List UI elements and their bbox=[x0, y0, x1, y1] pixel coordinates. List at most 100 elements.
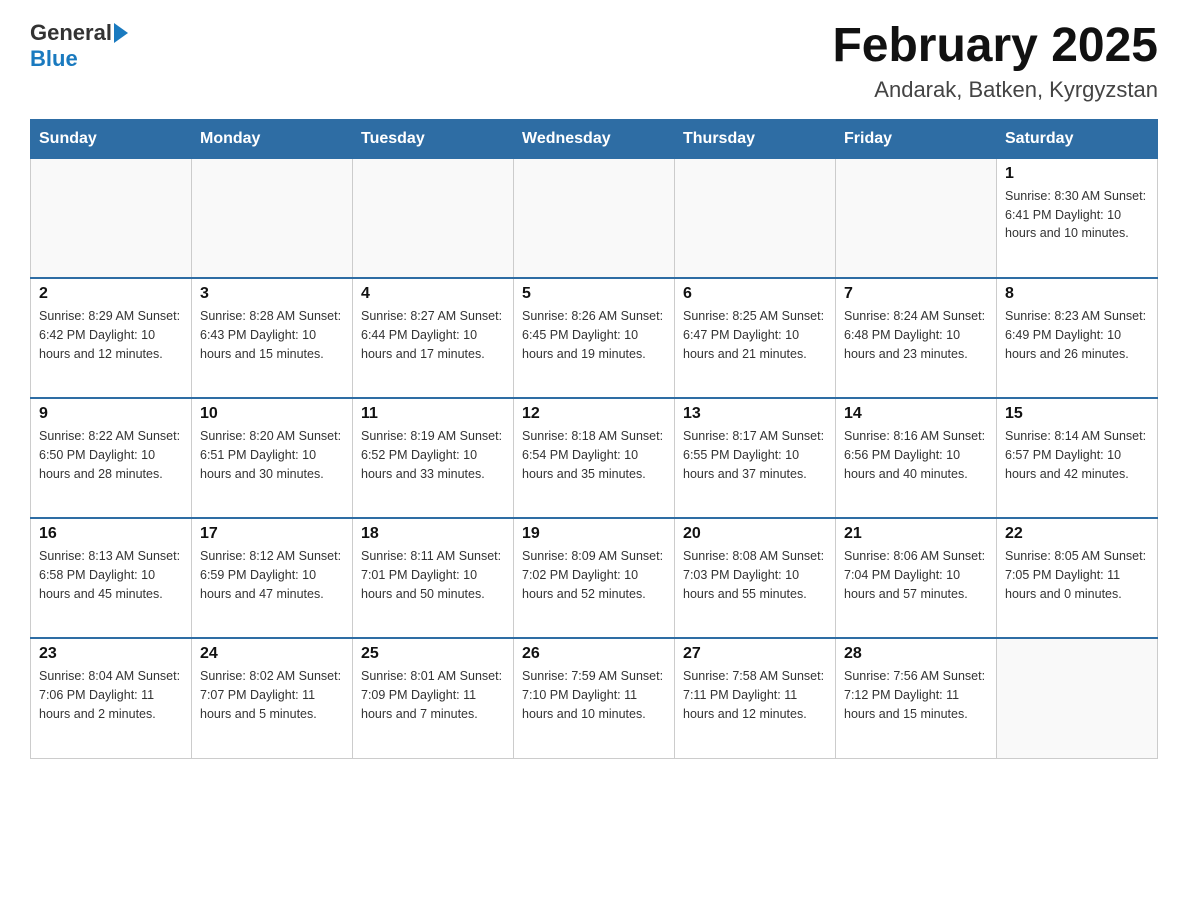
calendar-cell: 20 Sunrise: 8:08 AM Sunset: 7:03 PM Dayli… bbox=[675, 518, 836, 638]
day-number: 27 bbox=[683, 645, 827, 663]
day-info: Sunrise: 8:05 AM Sunset: 7:05 PM Dayligh… bbox=[1005, 547, 1149, 603]
calendar-cell: 10 Sunrise: 8:20 AM Sunset: 6:51 PM Dayli… bbox=[192, 398, 353, 518]
day-number: 1 bbox=[1005, 165, 1149, 183]
day-info: Sunrise: 8:14 AM Sunset: 6:57 PM Dayligh… bbox=[1005, 427, 1149, 483]
day-number: 11 bbox=[361, 405, 505, 423]
day-info: Sunrise: 8:09 AM Sunset: 7:02 PM Dayligh… bbox=[522, 547, 666, 603]
day-number: 12 bbox=[522, 405, 666, 423]
calendar-cell: 15 Sunrise: 8:14 AM Sunset: 6:57 PM Dayli… bbox=[997, 398, 1158, 518]
logo-general-text: General bbox=[30, 20, 112, 46]
day-number: 19 bbox=[522, 525, 666, 543]
day-info: Sunrise: 8:01 AM Sunset: 7:09 PM Dayligh… bbox=[361, 667, 505, 723]
calendar-cell: 4 Sunrise: 8:27 AM Sunset: 6:44 PM Daylig… bbox=[353, 278, 514, 398]
day-info: Sunrise: 8:12 AM Sunset: 6:59 PM Dayligh… bbox=[200, 547, 344, 603]
calendar-cell: 18Sunrise: 8:11 AM Sunset: 7:01 PM Dayli… bbox=[353, 518, 514, 638]
calendar-cell bbox=[675, 158, 836, 278]
day-info: Sunrise: 8:27 AM Sunset: 6:44 PM Dayligh… bbox=[361, 307, 505, 363]
day-info: Sunrise: 8:13 AM Sunset: 6:58 PM Dayligh… bbox=[39, 547, 183, 603]
day-number: 10 bbox=[200, 405, 344, 423]
day-number: 4 bbox=[361, 285, 505, 303]
weekday-header-thursday: Thursday bbox=[675, 119, 836, 158]
day-number: 8 bbox=[1005, 285, 1149, 303]
day-info: Sunrise: 8:18 AM Sunset: 6:54 PM Dayligh… bbox=[522, 427, 666, 483]
day-number: 14 bbox=[844, 405, 988, 423]
day-number: 28 bbox=[844, 645, 988, 663]
calendar-cell bbox=[514, 158, 675, 278]
calendar-cell: 8 Sunrise: 8:23 AM Sunset: 6:49 PM Daylig… bbox=[997, 278, 1158, 398]
logo-blue-text: Blue bbox=[30, 46, 78, 72]
day-number: 26 bbox=[522, 645, 666, 663]
day-info: Sunrise: 8:29 AM Sunset: 6:42 PM Dayligh… bbox=[39, 307, 183, 363]
day-number: 15 bbox=[1005, 405, 1149, 423]
calendar-cell: 12 Sunrise: 8:18 AM Sunset: 6:54 PM Dayli… bbox=[514, 398, 675, 518]
calendar-table: SundayMondayTuesdayWednesdayThursdayFrid… bbox=[30, 119, 1158, 759]
weekday-header-friday: Friday bbox=[836, 119, 997, 158]
calendar-cell: 9Sunrise: 8:22 AM Sunset: 6:50 PM Daylig… bbox=[31, 398, 192, 518]
calendar-header-row: SundayMondayTuesdayWednesdayThursdayFrid… bbox=[31, 119, 1158, 158]
day-info: Sunrise: 8:25 AM Sunset: 6:47 PM Dayligh… bbox=[683, 307, 827, 363]
day-info: Sunrise: 8:16 AM Sunset: 6:56 PM Dayligh… bbox=[844, 427, 988, 483]
day-info: Sunrise: 8:08 AM Sunset: 7:03 PM Dayligh… bbox=[683, 547, 827, 603]
day-info: Sunrise: 7:56 AM Sunset: 7:12 PM Dayligh… bbox=[844, 667, 988, 723]
day-number: 25 bbox=[361, 645, 505, 663]
day-number: 16 bbox=[39, 525, 183, 543]
calendar-cell: 6 Sunrise: 8:25 AM Sunset: 6:47 PM Daylig… bbox=[675, 278, 836, 398]
day-info: Sunrise: 7:58 AM Sunset: 7:11 PM Dayligh… bbox=[683, 667, 827, 723]
day-number: 23 bbox=[39, 645, 183, 663]
day-info: Sunrise: 8:04 AM Sunset: 7:06 PM Dayligh… bbox=[39, 667, 183, 723]
day-info: Sunrise: 8:20 AM Sunset: 6:51 PM Dayligh… bbox=[200, 427, 344, 483]
calendar-cell: 19 Sunrise: 8:09 AM Sunset: 7:02 PM Dayli… bbox=[514, 518, 675, 638]
calendar-week-0: 1 Sunrise: 8:30 AM Sunset: 6:41 PM Daylig… bbox=[31, 158, 1158, 278]
calendar-cell bbox=[997, 638, 1158, 758]
day-info: Sunrise: 8:19 AM Sunset: 6:52 PM Dayligh… bbox=[361, 427, 505, 483]
calendar-cell bbox=[31, 158, 192, 278]
day-number: 24 bbox=[200, 645, 344, 663]
day-number: 3 bbox=[200, 285, 344, 303]
day-info: Sunrise: 8:28 AM Sunset: 6:43 PM Dayligh… bbox=[200, 307, 344, 363]
calendar-cell bbox=[836, 158, 997, 278]
calendar-week-4: 23 Sunrise: 8:04 AM Sunset: 7:06 PM Dayli… bbox=[31, 638, 1158, 758]
calendar-week-2: 9Sunrise: 8:22 AM Sunset: 6:50 PM Daylig… bbox=[31, 398, 1158, 518]
day-number: 5 bbox=[522, 285, 666, 303]
weekday-header-tuesday: Tuesday bbox=[353, 119, 514, 158]
calendar-cell: 25 Sunrise: 8:01 AM Sunset: 7:09 PM Dayli… bbox=[353, 638, 514, 758]
calendar-cell: 3 Sunrise: 8:28 AM Sunset: 6:43 PM Daylig… bbox=[192, 278, 353, 398]
day-number: 17 bbox=[200, 525, 344, 543]
day-info: Sunrise: 8:24 AM Sunset: 6:48 PM Dayligh… bbox=[844, 307, 988, 363]
calendar-cell: 27 Sunrise: 7:58 AM Sunset: 7:11 PM Dayli… bbox=[675, 638, 836, 758]
day-info: Sunrise: 8:22 AM Sunset: 6:50 PM Dayligh… bbox=[39, 427, 183, 483]
calendar-cell: 24 Sunrise: 8:02 AM Sunset: 7:07 PM Dayli… bbox=[192, 638, 353, 758]
calendar-cell: 23 Sunrise: 8:04 AM Sunset: 7:06 PM Dayli… bbox=[31, 638, 192, 758]
logo: General Blue bbox=[30, 20, 130, 72]
day-number: 21 bbox=[844, 525, 988, 543]
day-number: 7 bbox=[844, 285, 988, 303]
calendar-cell: 5 Sunrise: 8:26 AM Sunset: 6:45 PM Daylig… bbox=[514, 278, 675, 398]
day-number: 18 bbox=[361, 525, 505, 543]
calendar-cell: 28 Sunrise: 7:56 AM Sunset: 7:12 PM Dayli… bbox=[836, 638, 997, 758]
day-info: Sunrise: 7:59 AM Sunset: 7:10 PM Dayligh… bbox=[522, 667, 666, 723]
weekday-header-saturday: Saturday bbox=[997, 119, 1158, 158]
calendar-cell: 26 Sunrise: 7:59 AM Sunset: 7:10 PM Dayli… bbox=[514, 638, 675, 758]
calendar-cell: 11 Sunrise: 8:19 AM Sunset: 6:52 PM Dayli… bbox=[353, 398, 514, 518]
calendar-cell: 13Sunrise: 8:17 AM Sunset: 6:55 PM Dayli… bbox=[675, 398, 836, 518]
title-section: February 2025 Andarak, Batken, Kyrgyzsta… bbox=[832, 20, 1158, 103]
weekday-header-monday: Monday bbox=[192, 119, 353, 158]
day-number: 2 bbox=[39, 285, 183, 303]
day-number: 20 bbox=[683, 525, 827, 543]
weekday-header-wednesday: Wednesday bbox=[514, 119, 675, 158]
calendar-cell: 17 Sunrise: 8:12 AM Sunset: 6:59 PM Dayli… bbox=[192, 518, 353, 638]
calendar-cell bbox=[192, 158, 353, 278]
day-info: Sunrise: 8:23 AM Sunset: 6:49 PM Dayligh… bbox=[1005, 307, 1149, 363]
calendar-cell bbox=[353, 158, 514, 278]
calendar-cell: 14 Sunrise: 8:16 AM Sunset: 6:56 PM Dayli… bbox=[836, 398, 997, 518]
day-info: Sunrise: 8:26 AM Sunset: 6:45 PM Dayligh… bbox=[522, 307, 666, 363]
page-header: General Blue February 2025 Andarak, Batk… bbox=[30, 20, 1158, 103]
day-info: Sunrise: 8:30 AM Sunset: 6:41 PM Dayligh… bbox=[1005, 187, 1149, 243]
month-title: February 2025 bbox=[832, 20, 1158, 73]
calendar-cell: 16 Sunrise: 8:13 AM Sunset: 6:58 PM Dayli… bbox=[31, 518, 192, 638]
day-info: Sunrise: 8:02 AM Sunset: 7:07 PM Dayligh… bbox=[200, 667, 344, 723]
calendar-cell: 7 Sunrise: 8:24 AM Sunset: 6:48 PM Daylig… bbox=[836, 278, 997, 398]
day-number: 6 bbox=[683, 285, 827, 303]
calendar-cell: 1 Sunrise: 8:30 AM Sunset: 6:41 PM Daylig… bbox=[997, 158, 1158, 278]
day-number: 13 bbox=[683, 405, 827, 423]
